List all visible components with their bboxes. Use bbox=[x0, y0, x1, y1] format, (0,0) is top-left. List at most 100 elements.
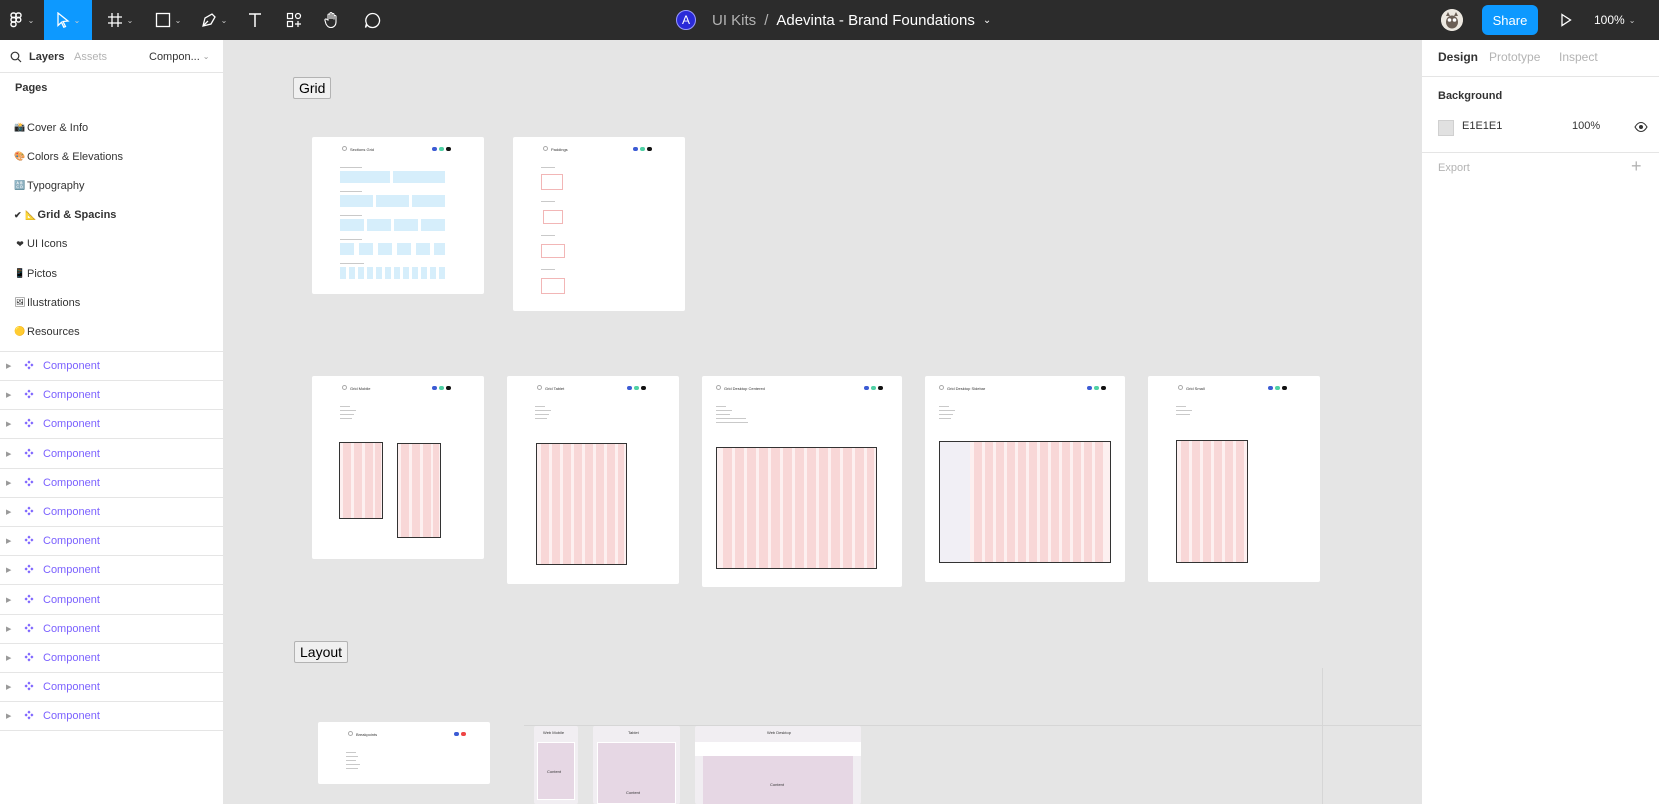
expand-arrow-icon[interactable]: ▶ bbox=[6, 362, 14, 370]
component-icon bbox=[24, 651, 34, 665]
layer-row-component[interactable]: ▶ Component bbox=[0, 615, 223, 644]
frame-grid-desktop-centered[interactable]: Grid Desktop Centered bbox=[702, 376, 902, 587]
tab-layers[interactable]: Layers bbox=[29, 40, 64, 73]
move-tool-button[interactable]: ⌄ bbox=[44, 0, 92, 40]
page-item[interactable]: ❤ UI Icons bbox=[14, 230, 67, 259]
frame-paddings[interactable]: Paddings bbox=[513, 137, 685, 311]
platform-icons bbox=[454, 732, 466, 736]
platform-icons bbox=[432, 386, 451, 390]
content-label: Content bbox=[626, 790, 641, 795]
layer-row-component[interactable]: ▶ Component bbox=[0, 644, 223, 673]
layout-web-desktop[interactable]: Web Desktop Content bbox=[695, 726, 861, 804]
layer-label: Component bbox=[43, 681, 100, 694]
expand-arrow-icon[interactable]: ▶ bbox=[6, 450, 14, 458]
component-page-selector[interactable]: Compon... ⌄ bbox=[149, 40, 209, 73]
component-icon bbox=[24, 563, 34, 577]
expand-arrow-icon[interactable]: ▶ bbox=[6, 654, 14, 662]
tab-assets[interactable]: Assets bbox=[74, 40, 107, 73]
team-avatar[interactable]: A bbox=[676, 10, 696, 30]
expand-arrow-icon[interactable]: ▶ bbox=[6, 566, 14, 574]
chevron-down-icon: ⌄ bbox=[202, 52, 210, 61]
expand-arrow-icon[interactable]: ▶ bbox=[6, 712, 14, 720]
page-item[interactable]: 🖼 Ilustrations bbox=[14, 288, 80, 317]
layer-row-component[interactable]: ▶ Component bbox=[0, 702, 223, 732]
frame-title: Grid Desktop Sidebar bbox=[947, 386, 986, 391]
present-button[interactable] bbox=[1556, 0, 1576, 40]
expand-arrow-icon[interactable]: ▶ bbox=[6, 508, 14, 516]
layer-row-component[interactable]: ▶ Component bbox=[0, 556, 223, 586]
section-label-layout[interactable]: Layout bbox=[294, 641, 349, 663]
section-label-grid[interactable]: Grid bbox=[293, 77, 332, 99]
background-hex-input[interactable]: E1E1E1 bbox=[1462, 120, 1502, 132]
add-export-button[interactable]: + bbox=[1631, 156, 1642, 177]
background-swatch[interactable] bbox=[1438, 120, 1454, 136]
page-item[interactable]: 📸 Cover & Info bbox=[14, 113, 88, 142]
visibility-toggle[interactable] bbox=[1634, 121, 1648, 136]
frame-breakpoints[interactable]: Breakpoints bbox=[318, 722, 490, 784]
zoom-menu[interactable]: 100% ⌄ bbox=[1594, 0, 1635, 40]
layer-row-component[interactable]: ▶ Component bbox=[0, 527, 223, 557]
chevron-down-icon: ⌄ bbox=[1628, 15, 1636, 25]
expand-arrow-icon[interactable]: ▶ bbox=[6, 479, 14, 487]
tab-prototype[interactable]: Prototype bbox=[1489, 50, 1540, 64]
comment-button[interactable] bbox=[360, 0, 384, 40]
frame-grid-desktop-sidebar[interactable]: Grid Desktop Sidebar bbox=[925, 376, 1125, 582]
frame-grid-small[interactable]: Grid Small bbox=[1148, 376, 1320, 582]
layer-row-component[interactable]: ▶ Component bbox=[0, 586, 223, 615]
expand-arrow-icon[interactable]: ▶ bbox=[6, 420, 14, 428]
page-item[interactable]: 🔠 Typography bbox=[14, 171, 84, 200]
hand-tool-button[interactable] bbox=[320, 0, 344, 40]
layout-tablet[interactable]: Tablet Content bbox=[593, 726, 680, 804]
frame-grid-mobile[interactable]: Grid Mobile bbox=[312, 376, 484, 559]
layer-row-component[interactable]: ▶ Component bbox=[0, 469, 223, 498]
expand-arrow-icon[interactable]: ▶ bbox=[6, 391, 14, 399]
tab-inspect[interactable]: Inspect bbox=[1559, 50, 1598, 64]
left-panel: Layers Assets Compon... ⌄ Pages 📸 Cover &… bbox=[0, 40, 224, 804]
canvas[interactable]: Grid Sections Grid Paddings Grid Mobile … bbox=[224, 40, 1421, 804]
shape-tool-button[interactable]: ⌄ bbox=[150, 0, 186, 40]
expand-arrow-icon[interactable]: ▶ bbox=[6, 625, 14, 633]
hand-tool-icon bbox=[324, 11, 337, 29]
divider bbox=[1422, 152, 1659, 153]
page-emoji-icon: ❤ bbox=[16, 238, 24, 249]
layout-web-mobile[interactable]: Web Mobile Content bbox=[534, 726, 578, 804]
component-icon bbox=[24, 359, 34, 373]
main-menu-button[interactable]: ⌄ bbox=[4, 0, 40, 40]
share-button[interactable]: Share bbox=[1482, 5, 1538, 35]
expand-arrow-icon[interactable]: ▶ bbox=[6, 537, 14, 545]
platform-icons bbox=[1268, 386, 1287, 390]
chevron-down-icon[interactable]: ⌄ bbox=[983, 15, 991, 26]
expand-arrow-icon[interactable]: ▶ bbox=[6, 596, 14, 604]
page-item[interactable]: 📱 Pictos bbox=[14, 259, 57, 288]
layer-row-component[interactable]: ▶ Component bbox=[0, 498, 223, 527]
layout-label: Web Desktop bbox=[767, 730, 791, 735]
user-avatar[interactable] bbox=[1441, 9, 1463, 31]
frame-tool-button[interactable]: ⌄ bbox=[102, 0, 138, 40]
pen-tool-button[interactable]: ⌄ bbox=[196, 0, 232, 40]
play-icon bbox=[1561, 13, 1572, 27]
platform-icons bbox=[633, 147, 652, 151]
platform-icons bbox=[432, 147, 451, 151]
layer-row-component[interactable]: ▶ Component bbox=[0, 381, 223, 411]
frame-tool-icon bbox=[107, 13, 122, 27]
layer-row-component[interactable]: ▶ Component bbox=[0, 440, 223, 469]
team-name[interactable]: UI Kits bbox=[712, 12, 756, 29]
layer-row-component[interactable]: ▶ Component bbox=[0, 673, 223, 703]
frame-sections-grid[interactable]: Sections Grid bbox=[312, 137, 484, 294]
file-name[interactable]: Adevinta - Brand Foundations bbox=[776, 12, 974, 29]
layer-row-component[interactable]: ▶ Component bbox=[0, 410, 223, 440]
layer-row-component[interactable]: ▶ Component bbox=[0, 352, 223, 381]
page-item[interactable]: ✔ 📐 Grid & Spacins bbox=[14, 201, 116, 230]
text-tool-button[interactable] bbox=[244, 0, 266, 40]
resources-button[interactable] bbox=[282, 0, 306, 40]
logo-icon bbox=[939, 385, 944, 390]
frame-title: Grid Desktop Centered bbox=[724, 386, 765, 391]
tab-design[interactable]: Design bbox=[1438, 50, 1478, 64]
page-label: Colors & Elevations bbox=[27, 150, 123, 163]
page-item[interactable]: 🟡 Resources bbox=[14, 317, 79, 346]
search-button[interactable] bbox=[10, 40, 22, 73]
frame-grid-tablet[interactable]: Grid Tablet bbox=[507, 376, 679, 584]
page-item[interactable]: 🎨 Colors & Elevations bbox=[14, 142, 123, 171]
background-opacity-input[interactable]: 100% bbox=[1572, 120, 1600, 132]
expand-arrow-icon[interactable]: ▶ bbox=[6, 683, 14, 691]
